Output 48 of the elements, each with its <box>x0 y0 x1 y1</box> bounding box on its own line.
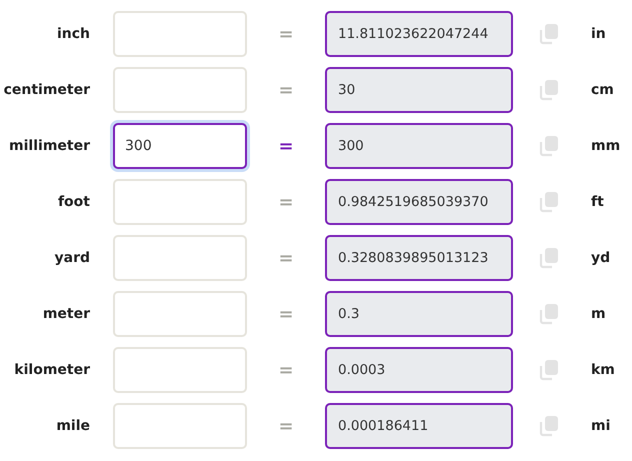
copy-icon[interactable] <box>537 134 561 158</box>
equals-sign: = <box>278 416 294 436</box>
result-field[interactable]: 30 <box>325 67 513 113</box>
input-field[interactable] <box>113 291 247 337</box>
copy-icon[interactable] <box>537 414 561 438</box>
unit-label: mile <box>56 418 90 434</box>
equals-sign: = <box>278 24 294 44</box>
equals-sign: = <box>278 80 294 100</box>
copy-icon[interactable] <box>537 190 561 214</box>
input-field[interactable] <box>113 235 247 281</box>
result-field[interactable]: 0.3280839895013123 <box>325 235 513 281</box>
unit-symbol: mi <box>591 418 612 434</box>
result-field[interactable]: 0.000186411 <box>325 403 513 449</box>
unit-label: millimeter <box>9 138 90 154</box>
unit-symbol: ft <box>591 194 605 210</box>
input-field[interactable] <box>113 179 247 225</box>
result-field[interactable]: 0.3 <box>325 291 513 337</box>
unit-label: meter <box>42 306 90 322</box>
result-field[interactable]: 0.9842519685039370 <box>325 179 513 225</box>
result-field[interactable]: 0.0003 <box>325 347 513 393</box>
unit-symbol: km <box>591 362 616 378</box>
unit-label: kilometer <box>14 362 90 378</box>
result-field[interactable]: 11.811023622047244 <box>325 11 513 57</box>
result-field[interactable]: 300 <box>325 123 513 169</box>
copy-icon[interactable] <box>537 246 561 270</box>
copy-icon[interactable] <box>537 358 561 382</box>
input-field[interactable] <box>113 403 247 449</box>
unit-symbol: m <box>591 306 607 322</box>
equals-sign: = <box>278 360 294 380</box>
input-field[interactable] <box>113 67 247 113</box>
unit-label: inch <box>56 26 90 42</box>
copy-icon[interactable] <box>537 22 561 46</box>
input-field[interactable]: 300 <box>113 123 247 169</box>
equals-sign: = <box>278 192 294 212</box>
unit-symbol: in <box>591 26 607 42</box>
copy-icon[interactable] <box>537 78 561 102</box>
unit-symbol: mm <box>591 138 622 154</box>
input-field[interactable] <box>113 11 247 57</box>
equals-sign: = <box>278 304 294 324</box>
unit-symbol: yd <box>591 250 612 266</box>
equals-sign: = <box>278 136 294 156</box>
unit-label: yard <box>54 250 90 266</box>
unit-symbol: cm <box>591 82 615 98</box>
copy-icon[interactable] <box>537 302 561 326</box>
equals-sign: = <box>278 248 294 268</box>
input-field[interactable] <box>113 347 247 393</box>
unit-label: centimeter <box>4 82 90 98</box>
unit-label: foot <box>58 194 90 210</box>
